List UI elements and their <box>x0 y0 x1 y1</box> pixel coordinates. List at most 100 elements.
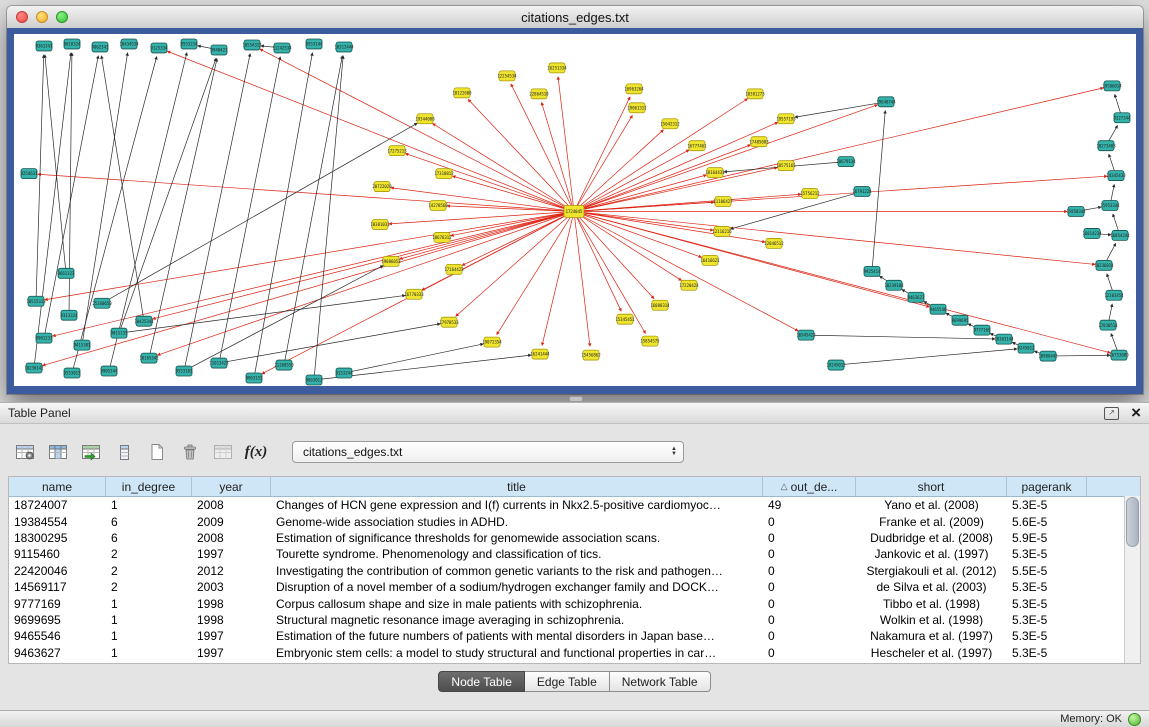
column-visibility-icon[interactable] <box>45 440 71 464</box>
table-row[interactable]: 977716911998Corpus callosum shape and si… <box>9 595 1140 611</box>
citation-edge-red[interactable] <box>574 105 878 212</box>
citation-edge[interactable] <box>45 55 66 273</box>
close-window-button[interactable] <box>16 11 28 23</box>
graph-node[interactable]: 9463627 <box>908 292 925 302</box>
citation-edge-red[interactable] <box>574 99 747 212</box>
graph-node[interactable]: 15854575 <box>640 336 660 346</box>
graph-node[interactable]: 18676312 <box>432 232 452 242</box>
graph-node[interactable]: 9245012 <box>1018 343 1035 353</box>
citation-edge-red[interactable] <box>451 211 574 235</box>
graph-node[interactable]: 9777169 <box>974 325 991 335</box>
graph-node[interactable]: 18381031 <box>370 219 390 229</box>
citation-edge[interactable] <box>102 123 417 303</box>
graph-node[interactable]: 19245012 <box>826 360 846 370</box>
graph-node[interactable]: 18122600 <box>452 88 472 98</box>
table-row[interactable]: 946554611997Estimation of the future num… <box>9 628 1140 644</box>
graph-node[interactable]: 16770333 <box>404 289 424 299</box>
graph-node[interactable]: 10312444 <box>334 42 354 52</box>
graph-node[interactable]: 17978533 <box>439 317 459 327</box>
tab-network-table[interactable]: Network Table <box>610 671 711 692</box>
graph-node[interactable]: 18679134 <box>836 157 856 167</box>
citation-edge-red[interactable] <box>574 211 1095 264</box>
citation-edge[interactable] <box>149 59 217 358</box>
citation-edge-red[interactable] <box>574 88 1103 212</box>
graph-node[interactable]: 16241444 <box>530 349 550 359</box>
graph-node[interactable]: 9925414 <box>864 266 881 276</box>
graph-node[interactable]: 9940423 <box>211 45 228 55</box>
graph-node[interactable]: 16777461 <box>687 141 707 151</box>
citation-edge[interactable] <box>314 56 343 380</box>
column-header-pagerank[interactable]: pagerank <box>1007 477 1087 496</box>
graph-node[interactable]: 12116216 <box>712 226 732 236</box>
graph-node[interactable]: 18575165 <box>776 161 796 171</box>
table-row[interactable]: 969969511998Structural magnetic resonanc… <box>9 612 1140 628</box>
citation-edge[interactable] <box>731 192 862 229</box>
column-header-short[interactable]: short <box>856 477 1007 496</box>
merge-table-icon[interactable] <box>210 440 236 464</box>
graph-node[interactable]: 17030514 <box>1098 320 1118 330</box>
graph-node[interactable]: 15756212 <box>800 189 820 199</box>
graph-node[interactable]: 9125334 <box>151 43 168 53</box>
graph-node[interactable]: 9153244 <box>336 368 353 378</box>
citation-edge[interactable] <box>184 266 383 371</box>
graph-node[interactable]: 9553015 <box>64 368 81 378</box>
citation-edge-red[interactable] <box>453 176 574 211</box>
graph-node[interactable]: 9313324 <box>61 310 78 320</box>
citation-edge-red[interactable] <box>574 211 1110 352</box>
float-panel-icon[interactable]: ↗ <box>1104 407 1119 420</box>
graph-node[interactable]: 21260550 <box>274 360 294 370</box>
graph-node[interactable]: 11242534 <box>272 43 292 53</box>
graph-node[interactable]: 12254534 <box>497 71 517 81</box>
graph-node[interactable]: 19344008 <box>415 114 435 124</box>
table-row[interactable]: 1938455462009Genome-wide association stu… <box>9 513 1140 529</box>
tab-edge-table[interactable]: Edge Table <box>525 671 610 692</box>
graph-node[interactable]: 10363144 <box>994 334 1014 344</box>
graph-node[interactable]: 16945422 <box>796 330 816 340</box>
table-row[interactable]: 1872400712008Changes of HCN gene express… <box>9 497 1140 513</box>
graph-node[interactable]: 10165342 <box>139 353 159 363</box>
graph-node[interactable]: 16753080 <box>1109 350 1129 360</box>
close-panel-icon[interactable]: × <box>1131 406 1141 420</box>
graph-node[interactable]: 10906442 <box>1038 351 1058 361</box>
graph-node[interactable]: 17164423 <box>444 264 464 274</box>
graph-node[interactable]: 9015135 <box>111 328 128 338</box>
graph-node[interactable]: 19586014 <box>1102 81 1122 91</box>
graph-node[interactable]: 25260650 <box>92 298 112 308</box>
citation-edge-red[interactable] <box>158 211 574 355</box>
graph-node[interactable]: 12046512 <box>764 238 784 248</box>
memory-indicator-icon[interactable] <box>1128 713 1141 726</box>
table-vertical-scrollbar[interactable] <box>1124 496 1140 663</box>
citation-edge[interactable] <box>284 56 342 365</box>
table-selector[interactable]: citations_edges.txt ▲▼ <box>292 441 684 463</box>
graph-node[interactable]: 10236014 <box>1094 260 1114 270</box>
column-header-out_degree[interactable]: △out_de... <box>763 477 856 496</box>
graph-node[interactable]: 19061311 <box>627 103 647 113</box>
graph-node[interactable]: 10236142 <box>24 363 44 373</box>
citation-edge-red[interactable] <box>45 211 574 299</box>
graph-node[interactable]: 12103454 <box>1104 290 1124 300</box>
graph-node[interactable]: 20722020 <box>372 182 392 192</box>
citation-edge[interactable] <box>806 335 995 339</box>
single-column-icon[interactable] <box>111 440 137 464</box>
graph-node[interactable]: 18164431 <box>705 168 725 178</box>
graph-node[interactable]: 17220424 <box>679 280 699 290</box>
citation-edge[interactable] <box>795 102 886 117</box>
graph-node[interactable]: 9227344 <box>1114 113 1131 123</box>
citation-edge-red[interactable] <box>53 211 574 336</box>
citation-edge[interactable] <box>36 55 44 301</box>
graph-node[interactable]: 15456862 <box>581 350 601 360</box>
graph-node[interactable]: 10434534 <box>119 39 139 49</box>
table-row[interactable]: 1456911722003Disruption of a novel membe… <box>9 579 1140 595</box>
graph-node[interactable]: 9553103 <box>176 366 193 376</box>
citation-edge-red[interactable] <box>574 211 713 230</box>
citation-edge[interactable] <box>34 53 71 368</box>
minimize-window-button[interactable] <box>36 11 48 23</box>
citation-edge-red[interactable] <box>574 115 632 211</box>
graph-node[interactable]: 19072354 <box>482 337 502 347</box>
graph-node[interactable]: 16963264 <box>624 84 644 94</box>
citation-edge-red[interactable] <box>391 188 574 212</box>
citation-edge-red[interactable] <box>542 211 574 345</box>
graph-node[interactable]: 9062343 <box>92 42 109 52</box>
graph-node[interactable]: 17318812 <box>434 169 454 179</box>
graph-node[interactable]: 8901233 <box>36 333 53 343</box>
